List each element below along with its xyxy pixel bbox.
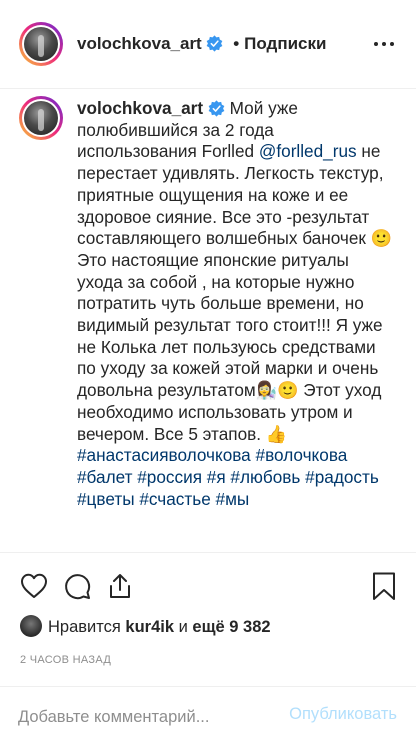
liker-username[interactable]: kur4ik: [125, 618, 174, 636]
post-header: volochkova_art • Подписки: [0, 0, 416, 89]
verified-badge-icon: [207, 35, 223, 52]
post-timestamp[interactable]: 2 ЧАСОВ НАЗАД: [20, 654, 111, 666]
publish-button[interactable]: Опубликовать: [289, 705, 397, 724]
liker-avatar[interactable]: [20, 615, 42, 637]
header-user-line: volochkova_art • Подписки: [77, 34, 326, 54]
likes-prefix: Нравится: [48, 618, 126, 636]
header-separator: •: [233, 34, 240, 53]
likes-count[interactable]: ещё 9 382: [192, 618, 270, 636]
header-username[interactable]: volochkova_art: [77, 34, 202, 53]
comment-bar: Опубликовать: [0, 686, 416, 747]
scientist-smile-emoji: 👩‍🔬🙂: [255, 380, 299, 401]
caption-text-3: Это настоящие японские ритуалы ухода за …: [77, 249, 383, 401]
avatar-image: [24, 101, 58, 135]
post-caption: volochkova_art Мой уже полюбившийся за 2…: [77, 98, 397, 548]
smile-emoji: 🙂: [370, 228, 393, 249]
likes-conj: и: [174, 618, 193, 636]
mention-link[interactable]: @forlled_rus: [259, 141, 357, 161]
header-avatar[interactable]: [19, 22, 63, 66]
follow-status-button[interactable]: Подписки: [244, 34, 326, 53]
caption-username[interactable]: volochkova_art: [77, 98, 203, 118]
bookmark-icon[interactable]: [369, 571, 399, 601]
action-bar: [0, 552, 416, 614]
hashtags[interactable]: #анастасияволочкова #волочкова #балет #р…: [77, 445, 379, 508]
share-icon[interactable]: [105, 571, 135, 601]
comment-input[interactable]: [18, 705, 268, 729]
thumbs-up-emoji: 👍: [265, 423, 288, 444]
verified-badge-icon: [208, 100, 225, 117]
comment-icon[interactable]: [62, 571, 92, 601]
heart-icon[interactable]: [19, 571, 49, 601]
caption-avatar[interactable]: [19, 96, 63, 140]
likes-row: Нравится kur4ik и ещё 9 382: [20, 615, 271, 643]
more-options-icon[interactable]: [372, 34, 396, 54]
avatar-image: [24, 27, 58, 61]
